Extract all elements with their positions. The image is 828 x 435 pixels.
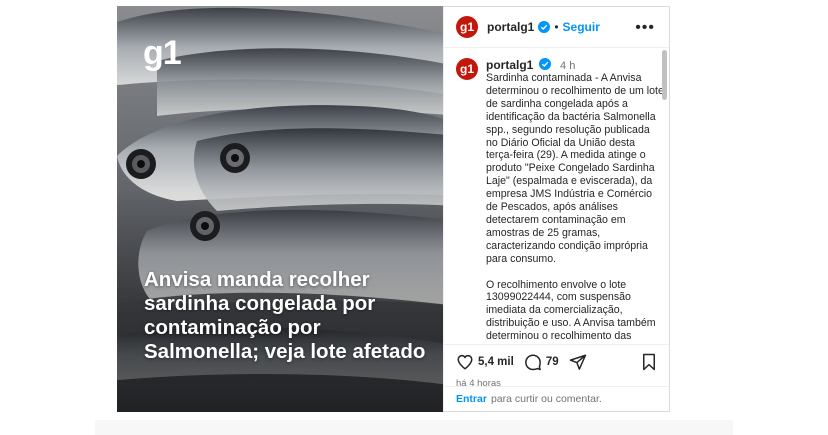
image-headline: Anvisa manda recolher sardinha congelada… [144, 268, 426, 363]
caption-timestamp[interactable]: 4 h [560, 60, 575, 72]
caption-body: portalg1 4 h Sardinha contaminada - A An… [486, 58, 664, 344]
caption-scrollbar[interactable] [662, 50, 667, 100]
page-footer-band [95, 420, 733, 435]
comment-action[interactable]: 79 [524, 353, 559, 371]
username-link[interactable]: portalg1 [487, 20, 534, 34]
instagram-post: g1 Anvisa manda recolher sardinha congel… [117, 6, 670, 412]
post-image[interactable]: g1 Anvisa manda recolher sardinha congel… [117, 6, 443, 412]
comment-prompt-text: para curtir ou comentar. [490, 393, 602, 405]
caption-verified-badge-icon [538, 58, 551, 70]
follow-button[interactable]: Seguir [563, 20, 600, 34]
comment-icon[interactable] [524, 353, 542, 371]
caption-text: Sardinha contaminada - A Anvisa determin… [486, 72, 664, 344]
bookmark-icon[interactable] [641, 353, 657, 371]
heart-icon[interactable] [456, 353, 474, 371]
share-icon[interactable] [569, 353, 587, 371]
comments-count[interactable]: 79 [546, 356, 559, 368]
more-options-icon[interactable]: ••• [635, 19, 655, 37]
post-header: g1 portalg1 • Seguir ••• [444, 7, 669, 48]
post-sidebar: g1 portalg1 • Seguir ••• g1 portalg1 4 h… [443, 7, 669, 411]
login-link[interactable]: Entrar [456, 393, 487, 405]
caption-avatar[interactable]: g1 [456, 58, 478, 80]
like-action[interactable]: 5,4 mil [456, 353, 514, 371]
action-row: 5,4 mil 79 [456, 353, 657, 371]
verified-badge-icon [538, 21, 551, 33]
profile-avatar[interactable]: g1 [456, 16, 478, 38]
comment-prompt: Entrar para curtir ou comentar. [444, 386, 669, 411]
caption-username-link[interactable]: portalg1 [486, 58, 533, 72]
caption-header: portalg1 4 h [486, 58, 664, 72]
caption-comment: g1 portalg1 4 h Sardinha contaminada - A… [456, 58, 669, 344]
share-action[interactable] [569, 353, 587, 371]
caption-scroll-area[interactable]: g1 portalg1 4 h Sardinha contaminada - A… [444, 48, 669, 344]
likes-count[interactable]: 5,4 mil [478, 356, 514, 368]
g1-logo: g1 [143, 34, 182, 72]
separator-dot: • [554, 20, 559, 34]
